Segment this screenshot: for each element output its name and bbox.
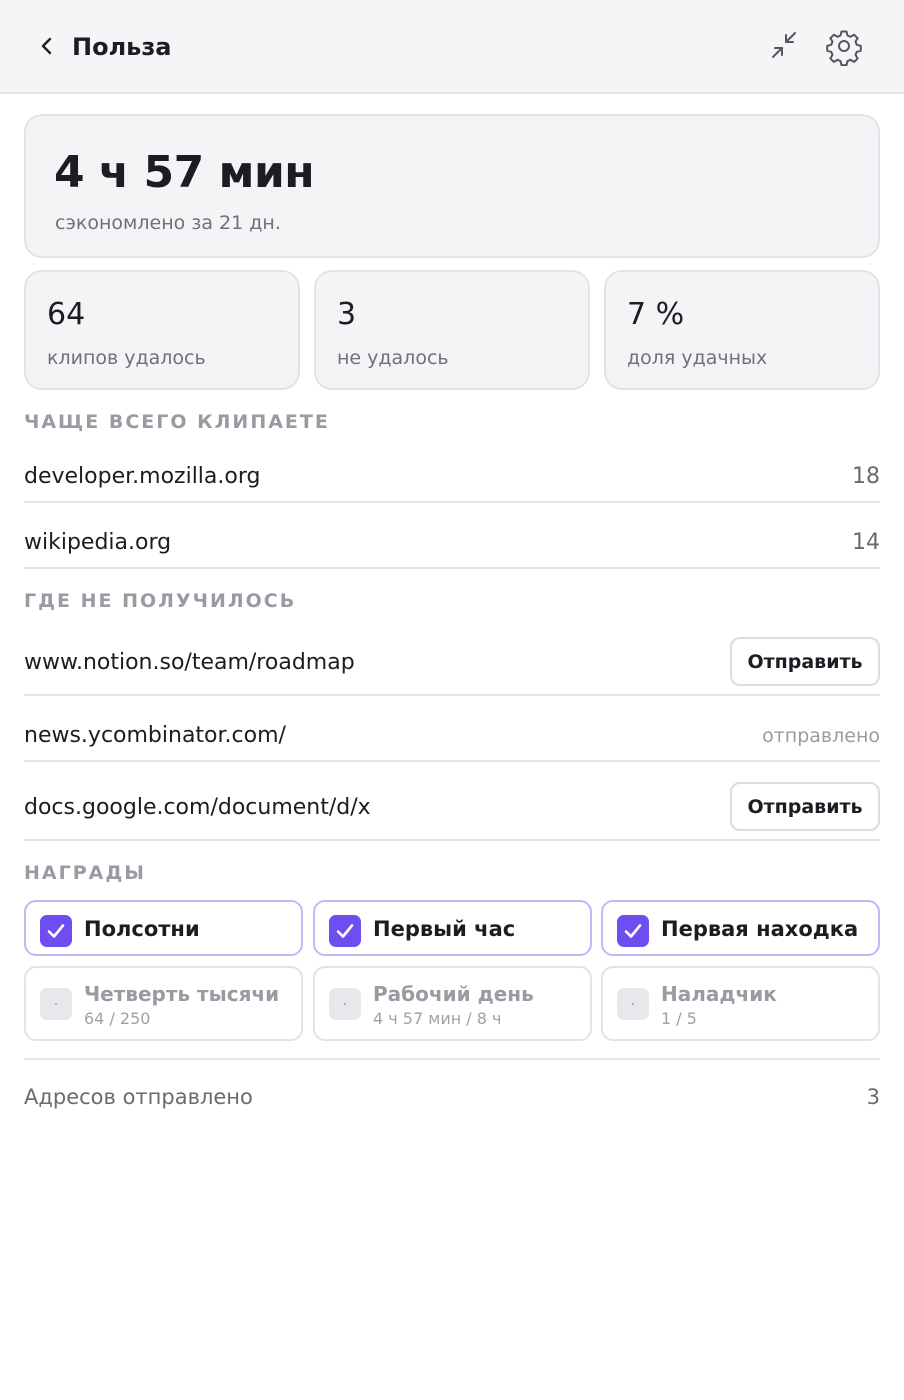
award-placeholder-icon	[329, 988, 361, 1020]
award-check	[617, 915, 649, 947]
failure-url: docs.google.com/document/d/x	[24, 795, 371, 820]
sent-addresses-count: 3	[866, 1085, 880, 1109]
time-saved-value: 4 ч 57 мин	[54, 147, 315, 198]
site-row: developer.mozilla.org 18	[24, 452, 880, 503]
site-name: developer.mozilla.org	[24, 464, 261, 489]
failure-row: www.notion.so/team/roadmap Отправить	[24, 628, 880, 696]
award-locked: Четверть тысячи 64 / 250	[24, 966, 303, 1041]
settings-button[interactable]	[824, 26, 864, 67]
check-icon	[336, 924, 354, 938]
site-count: 14	[852, 530, 880, 555]
check-icon	[624, 924, 642, 938]
award-earned: Первый час	[313, 900, 592, 956]
failure-row: news.ycombinator.com/ отправлено	[24, 696, 880, 762]
sent-addresses-row: Адресов отправлено 3	[24, 1058, 880, 1132]
site-count: 18	[852, 464, 880, 489]
time-saved-caption: сэкономлено за 21 дн.	[55, 212, 281, 234]
stat-label: клипов удалось	[47, 347, 206, 369]
send-report-button[interactable]: Отправить	[730, 637, 880, 686]
site-row: wikipedia.org 14	[24, 503, 880, 569]
page-title: Польза	[72, 33, 172, 61]
chevron-left-icon	[41, 37, 52, 55]
stat-value: 64	[47, 297, 86, 332]
collapse-arrows-icon	[772, 32, 796, 58]
failure-row: docs.google.com/document/d/x Отправить	[24, 762, 880, 841]
award-earned: Полсотни	[24, 900, 303, 956]
awards-heading: НАГРАДЫ	[24, 862, 146, 884]
award-placeholder-icon	[617, 988, 649, 1020]
award-progress: 4 ч 57 мин / 8 ч	[373, 1009, 502, 1028]
time-saved-card: 4 ч 57 мин сэкономлено за 21 дн.	[24, 114, 880, 258]
award-earned: Первая находка	[601, 900, 880, 956]
back-button[interactable]	[34, 33, 60, 59]
award-placeholder-icon	[40, 988, 72, 1020]
award-check	[329, 915, 361, 947]
award-name: Наладчик	[661, 982, 777, 1006]
top-bar: Польза	[0, 0, 904, 94]
sent-addresses-label: Адресов отправлено	[24, 1085, 253, 1109]
award-check	[40, 915, 72, 947]
award-name: Четверть тысячи	[84, 982, 280, 1006]
failures-heading: ГДЕ НЕ ПОЛУЧИЛОСЬ	[24, 590, 297, 612]
site-name: wikipedia.org	[24, 530, 172, 555]
stat-card-failed: 3 не удалось	[314, 270, 590, 390]
check-icon	[47, 924, 65, 938]
failure-url: www.notion.so/team/roadmap	[24, 650, 355, 675]
stat-label: не удалось	[337, 347, 449, 369]
stat-value: 7 %	[627, 297, 685, 332]
stat-card-success: 64 клипов удалось	[24, 270, 300, 390]
award-name: Первый час	[373, 917, 516, 941]
stat-label: доля удачных	[627, 347, 768, 369]
collapse-button[interactable]	[764, 26, 804, 66]
award-progress: 64 / 250	[84, 1009, 151, 1028]
top-sites-heading: ЧАЩЕ ВСЕГО КЛИПАЕТЕ	[24, 411, 330, 433]
gear-icon	[826, 30, 862, 67]
stat-card-rate: 7 % доля удачных	[604, 270, 880, 390]
send-report-button[interactable]: Отправить	[730, 782, 880, 831]
stat-value: 3	[337, 297, 357, 332]
award-locked: Наладчик 1 / 5	[601, 966, 880, 1041]
award-locked: Рабочий день 4 ч 57 мин / 8 ч	[313, 966, 592, 1041]
award-progress: 1 / 5	[661, 1009, 697, 1028]
sent-status: отправлено	[762, 725, 880, 747]
award-name: Полсотни	[84, 917, 200, 941]
failure-url: news.ycombinator.com/	[24, 723, 286, 748]
award-name: Рабочий день	[373, 982, 534, 1006]
award-name: Первая находка	[661, 917, 859, 941]
